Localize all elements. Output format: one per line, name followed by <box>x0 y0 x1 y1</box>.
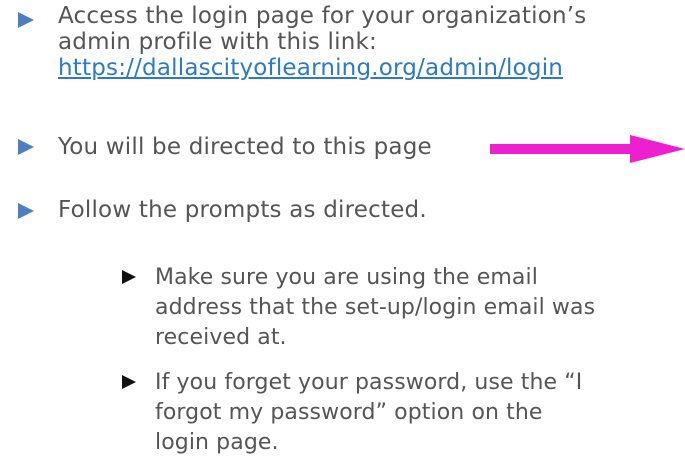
bullet-access-line-2: admin profile with this link: <box>58 29 377 55</box>
sub-bullet-triangle-icon <box>122 270 136 284</box>
sub-bullet-email-line-1: Make sure you are using the email <box>155 265 538 290</box>
bullet-triangle-icon <box>18 139 34 155</box>
sub-bullet-forgot-line-3: login page. <box>155 430 279 455</box>
sub-bullet-forgot-line-2: forgot my password” option on the <box>155 400 543 425</box>
bullet-directed-text: You will be directed to this page <box>58 134 432 160</box>
bullet-directed-page: You will be directed to this page <box>58 134 432 160</box>
bullet-triangle-icon <box>18 203 34 219</box>
sub-bullet-email-line-3: received at. <box>155 325 287 350</box>
sub-bullet-forgot-line-1: If you forget your password, use the “I <box>155 370 583 395</box>
right-arrow-icon <box>490 135 685 167</box>
bullet-triangle-icon <box>18 12 34 28</box>
bullet-access-login: Access the login page for your organizat… <box>58 3 586 81</box>
bullet-follow-prompts: Follow the prompts as directed. <box>58 197 427 223</box>
bullet-follow-text: Follow the prompts as directed. <box>58 197 427 223</box>
sub-bullet-forgot-password: If you forget your password, use the “I … <box>155 368 582 458</box>
bullet-access-line-1: Access the login page for your organizat… <box>58 3 587 29</box>
sub-bullet-triangle-icon <box>122 375 136 389</box>
admin-login-link[interactable]: https://dallascityoflearning.org/admin/l… <box>58 55 586 81</box>
sub-bullet-email-address: Make sure you are using the email addres… <box>155 263 595 353</box>
sub-bullet-email-line-2: address that the set-up/login email was <box>155 295 596 320</box>
